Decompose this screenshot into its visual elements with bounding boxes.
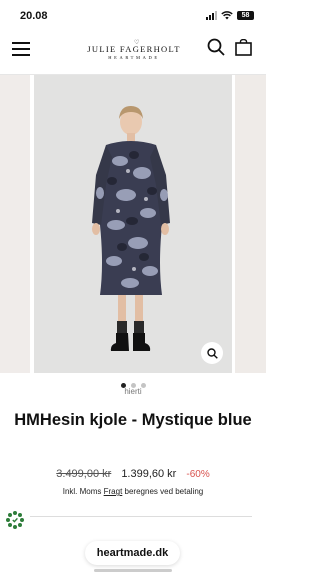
bag-icon[interactable] xyxy=(235,39,252,56)
status-bar: 20.08 58 xyxy=(0,0,266,30)
section-divider xyxy=(30,516,252,517)
menu-icon[interactable] xyxy=(12,42,30,56)
zoom-button[interactable] xyxy=(201,342,223,364)
gallery-next-image[interactable] xyxy=(235,75,266,373)
wifi-icon xyxy=(221,11,233,20)
status-icons: 58 xyxy=(206,11,254,20)
browser-url-bar[interactable]: heartmade.dk xyxy=(85,541,180,565)
tax-suffix: beregnes ved betaling xyxy=(124,487,204,496)
battery-icon: 58 xyxy=(237,11,254,20)
logo[interactable]: ♡ JULIE FAGERHOLT HEARTMADE xyxy=(78,40,190,64)
zoom-icon xyxy=(206,347,218,359)
status-time: 20.08 xyxy=(20,10,48,22)
trust-badge-icon[interactable] xyxy=(5,510,25,530)
tax-shipping-info: Inkl. Moms Fragt beregnes ved betaling xyxy=(0,487,266,496)
brand-label-fragment: hjerti xyxy=(124,388,142,394)
old-price: 3.499,00 kr xyxy=(56,468,112,480)
product-image[interactable] xyxy=(34,75,232,373)
site-header: ♡ JULIE FAGERHOLT HEARTMADE xyxy=(0,30,266,72)
search-icon[interactable] xyxy=(207,38,225,56)
gallery-prev-image[interactable] xyxy=(0,75,30,373)
price-row: 3.499,00 kr 1.399,60 kr -60% xyxy=(0,468,266,480)
product-photo xyxy=(92,106,170,351)
discount-badge: -60% xyxy=(186,469,210,480)
home-indicator xyxy=(94,569,172,572)
shipping-link[interactable]: Fragt xyxy=(104,487,123,496)
logo-sub-text: HEARTMADE xyxy=(108,55,160,60)
product-title: HMHesin kjole - Mystique blue xyxy=(14,411,252,429)
tax-prefix: Inkl. Moms xyxy=(62,487,102,496)
sale-price: 1.399,60 kr xyxy=(121,468,177,480)
logo-main-text: JULIE FAGERHOLT xyxy=(87,44,181,54)
signal-icon xyxy=(206,11,217,20)
